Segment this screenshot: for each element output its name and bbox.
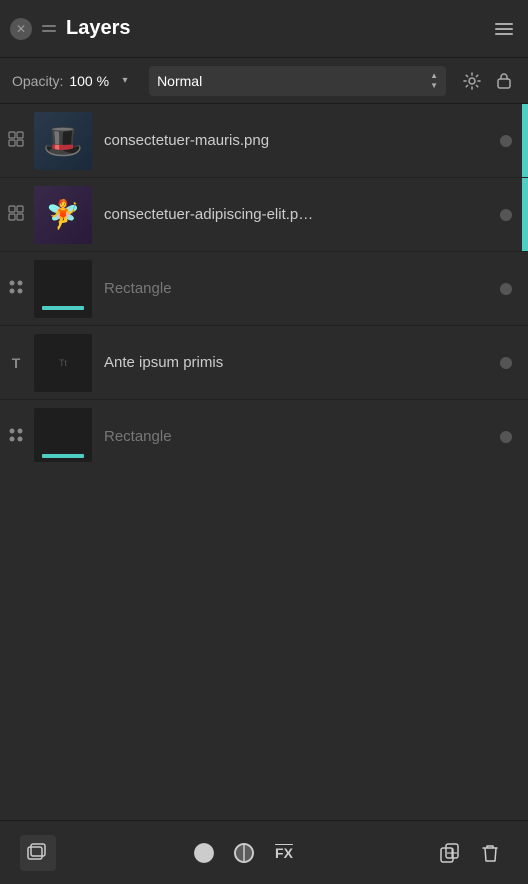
- raster-icon: [8, 131, 24, 150]
- visibility-toggle[interactable]: [490, 125, 522, 157]
- drag-handle[interactable]: [40, 21, 58, 36]
- bottom-toolbar: FX: [0, 820, 528, 884]
- layer-name: Rectangle: [94, 428, 490, 445]
- text-icon: T: [12, 355, 21, 371]
- shape-icon: [8, 427, 24, 446]
- fx-label: FX: [275, 845, 293, 861]
- layer-type-indicator: [0, 104, 32, 177]
- lock-button[interactable]: [492, 69, 516, 93]
- opacity-row: Opacity: 100 % ▾ Normal ▲ ▼: [0, 58, 528, 104]
- list-item[interactable]: Rectangle: [0, 400, 528, 462]
- rect-preview: [42, 454, 84, 458]
- new-layer-icon: [26, 841, 50, 865]
- active-bar: [522, 178, 528, 251]
- opacity-dropdown[interactable]: ▾: [115, 71, 135, 91]
- list-item[interactable]: T Tt Ante ipsum primis: [0, 326, 528, 400]
- visibility-toggle[interactable]: [490, 347, 522, 379]
- circle-button[interactable]: [186, 835, 222, 871]
- layer-name: Rectangle: [94, 280, 490, 297]
- layer-type-indicator: [0, 178, 32, 251]
- shape-icon: [8, 279, 24, 298]
- delete-layer-button[interactable]: [472, 835, 508, 871]
- panel-header: ✕ Layers: [0, 0, 528, 58]
- layer-name: consectetuer-adipiscing-elit.p…: [94, 206, 490, 223]
- settings-button[interactable]: [460, 69, 484, 93]
- layer-ops-icons: [432, 835, 508, 871]
- layer-name: Ante ipsum primis: [94, 354, 490, 371]
- list-item[interactable]: Rectangle: [0, 252, 528, 326]
- blend-icon: [233, 842, 255, 864]
- rect-preview: [42, 306, 84, 310]
- layer-thumbnail: 🎩: [34, 112, 92, 170]
- menu-button[interactable]: [490, 15, 518, 43]
- list-item[interactable]: 🧚 consectetuer-adipiscing-elit.p…: [0, 178, 528, 252]
- blend-mode-selector[interactable]: Normal ▲ ▼: [149, 66, 446, 96]
- lock-icon: [497, 72, 511, 89]
- blend-button[interactable]: [226, 835, 262, 871]
- close-icon: ✕: [16, 22, 26, 36]
- list-item[interactable]: 🎩 consectetuer-mauris.png: [0, 104, 528, 178]
- raster-icon: [8, 205, 24, 224]
- layer-thumbnail: [34, 408, 92, 463]
- panel-title: Layers: [66, 17, 482, 40]
- duplicate-layer-button[interactable]: [432, 835, 468, 871]
- active-bar: [522, 104, 528, 177]
- visibility-dot: [500, 357, 512, 369]
- layer-type-indicator: T: [0, 326, 32, 399]
- layer-thumbnail: 🧚: [34, 186, 92, 244]
- visibility-toggle[interactable]: [490, 273, 522, 305]
- blend-mode-arrows: ▲ ▼: [430, 71, 438, 90]
- layers-panel: ✕ Layers Opacity: 100 % ▾ Normal ▲ ▼: [0, 0, 528, 884]
- visibility-dot: [500, 431, 512, 443]
- layer-type-indicator: [0, 252, 32, 325]
- layers-list: 🎩 consectetuer-mauris.png: [0, 104, 528, 462]
- duplicate-layer-icon: [439, 842, 461, 864]
- gear-icon: [463, 72, 481, 90]
- effect-icons: FX: [186, 835, 302, 871]
- close-button[interactable]: ✕: [10, 18, 32, 40]
- layer-name: consectetuer-mauris.png: [94, 132, 490, 149]
- empty-space: [0, 462, 528, 820]
- visibility-dot: [500, 135, 512, 147]
- circle-icon: [193, 842, 215, 864]
- new-layer-button[interactable]: [20, 835, 56, 871]
- opacity-row-icons: [460, 69, 516, 93]
- layer-thumbnail: [34, 260, 92, 318]
- visibility-toggle[interactable]: [490, 199, 522, 231]
- fx-button[interactable]: FX: [266, 835, 302, 871]
- trash-icon: [479, 842, 501, 864]
- layer-thumbnail: Tt: [34, 334, 92, 392]
- visibility-toggle[interactable]: [490, 421, 522, 453]
- opacity-value[interactable]: 100 %: [69, 73, 109, 89]
- visibility-dot: [500, 209, 512, 221]
- opacity-label: Opacity:: [12, 73, 63, 89]
- blend-mode-label: Normal: [157, 73, 202, 89]
- layer-type-indicator: [0, 400, 32, 462]
- visibility-dot: [500, 283, 512, 295]
